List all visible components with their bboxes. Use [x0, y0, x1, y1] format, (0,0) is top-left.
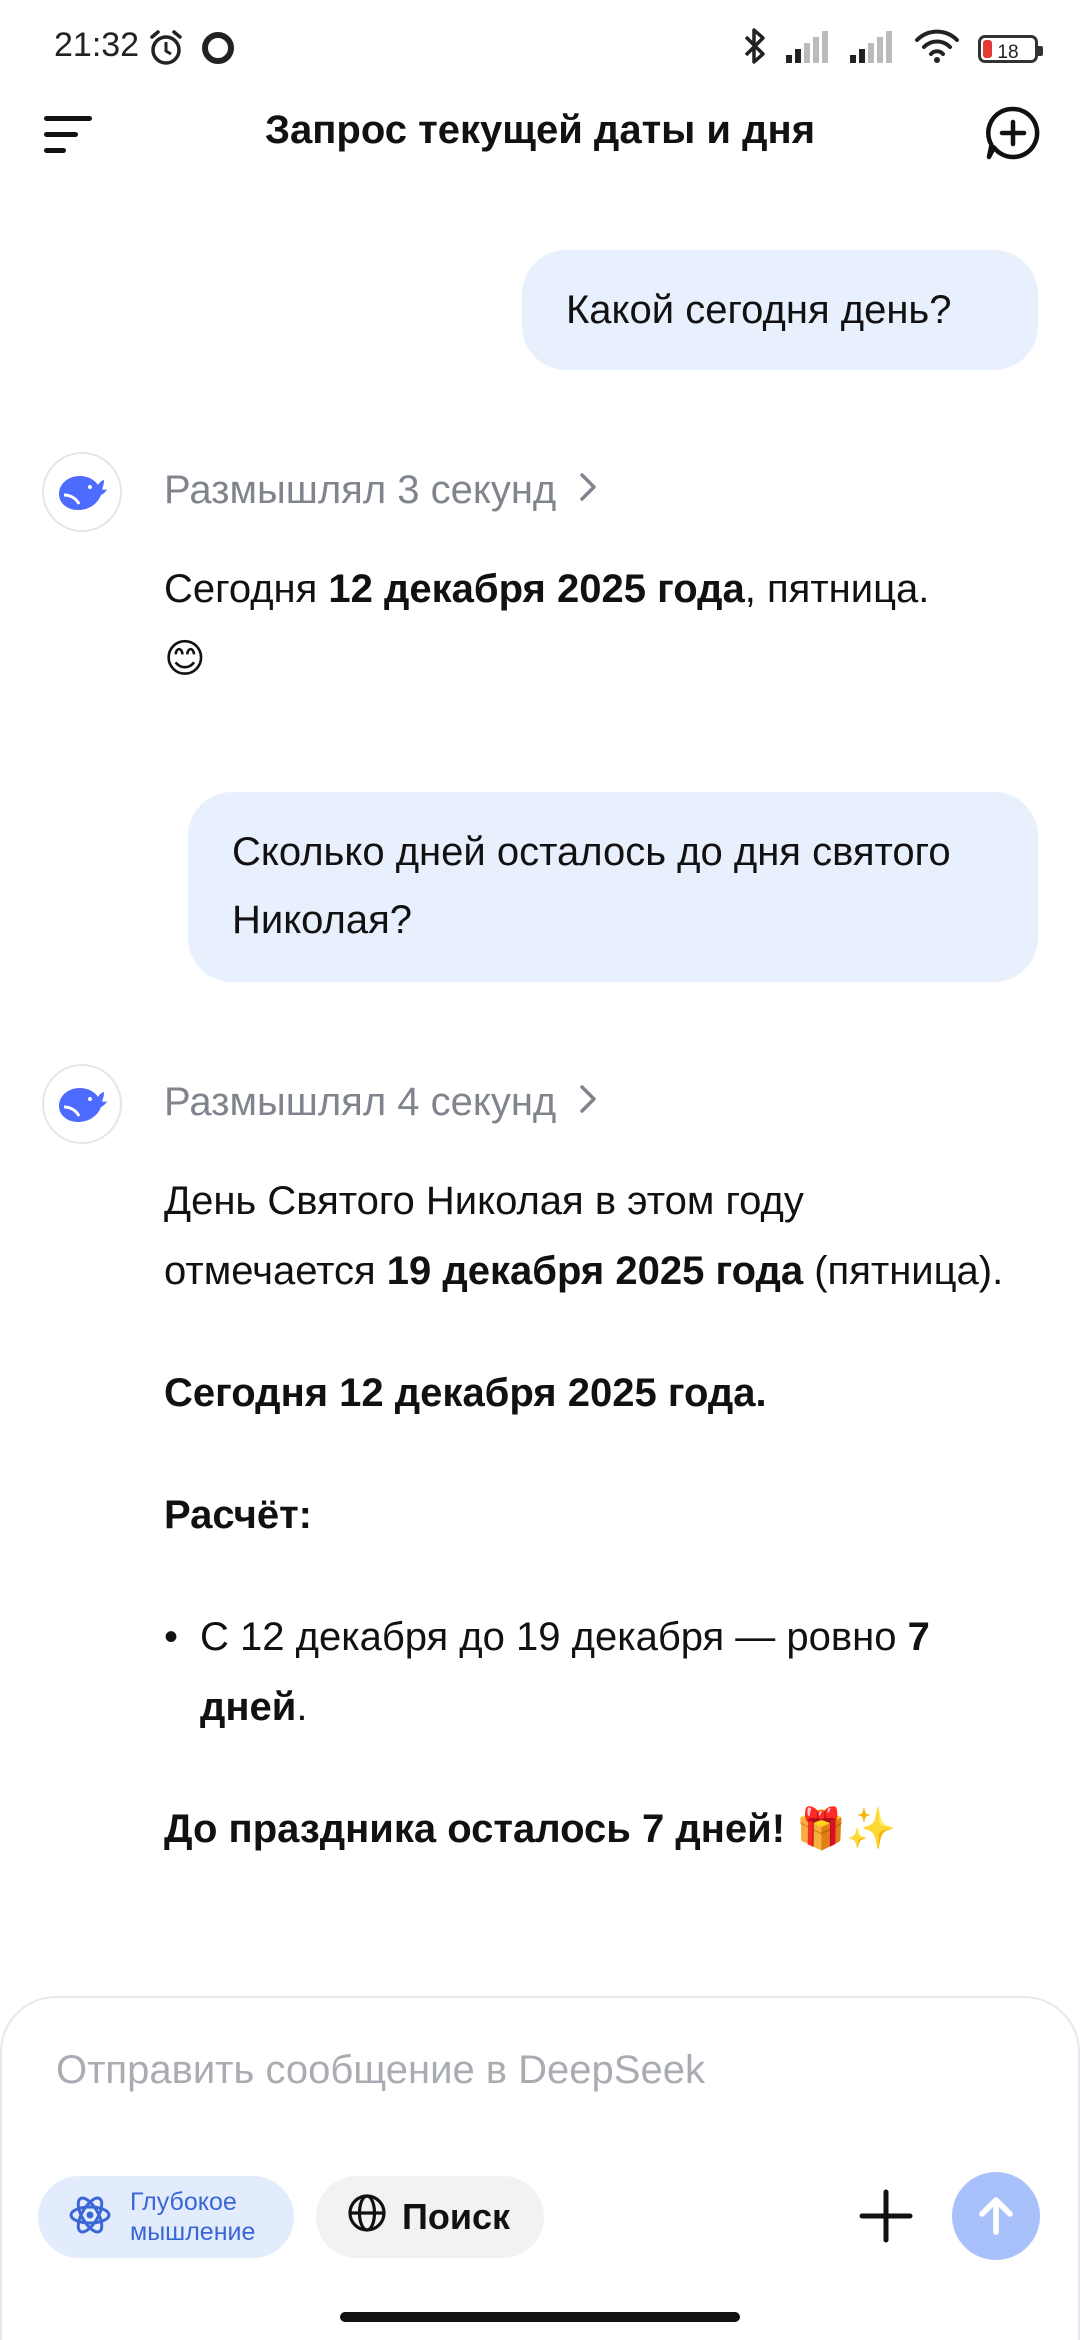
search-label: Поиск	[402, 2196, 511, 2237]
deepseek-logo-icon	[59, 476, 107, 510]
thinking-label: Размышлял 4 секунд	[164, 1080, 557, 1124]
wifi-icon	[914, 28, 960, 69]
answer-paragraph: До праздника осталось 7 дней! 🎁✨	[164, 1807, 896, 1851]
message-input[interactable]: Отправить сообщение в DeepSeek	[56, 2048, 705, 2093]
status-right-icons: 18	[742, 26, 1043, 71]
chevron-right-icon	[578, 1080, 598, 1125]
smile-emoji: 😊	[164, 637, 206, 681]
thinking-toggle[interactable]: Размышлял 4 секунд	[164, 1080, 598, 1125]
assistant-answer: День Святого Николая в этом году отмечае…	[164, 1166, 1024, 1864]
bullet: •	[164, 1615, 179, 1659]
bluetooth-icon	[742, 26, 768, 71]
new-chat-icon[interactable]	[984, 104, 1042, 162]
record-icon	[200, 30, 236, 71]
status-time: 21:32	[54, 26, 140, 64]
status-left-icons	[146, 28, 236, 73]
home-indicator[interactable]	[340, 2312, 740, 2322]
list-item-text: С 12 декабря до 19 декабря — ровно 7 дне…	[200, 1615, 930, 1729]
deep-thinking-toggle[interactable]: Глубокое мышление	[38, 2176, 294, 2258]
search-toggle[interactable]: Поиск	[316, 2176, 544, 2258]
answer-heading: Расчёт:	[164, 1493, 312, 1537]
user-message-text: Какой сегодня день?	[566, 288, 952, 332]
arrow-up-icon	[979, 2197, 1013, 2235]
user-message-text: Сколько дней осталось до дня святого Ник…	[232, 830, 951, 942]
thinking-toggle[interactable]: Размышлял 3 секунд	[164, 468, 598, 513]
deep-thinking-label: Глубокое мышление	[130, 2188, 256, 2246]
user-message: Сколько дней осталось до дня святого Ник…	[188, 792, 1038, 982]
gift-sparkles-emoji: 🎁✨	[796, 1807, 896, 1851]
signal-icon	[786, 29, 832, 68]
battery-icon: 18	[978, 34, 1043, 63]
attach-plus-icon[interactable]	[858, 2188, 914, 2244]
battery-level: 18	[997, 41, 1019, 63]
page-title: Запрос текущей даты и дня	[264, 108, 816, 152]
chevron-right-icon	[578, 468, 598, 513]
thinking-label: Размышлял 3 секунд	[164, 468, 557, 512]
atom-icon	[68, 2193, 112, 2242]
deepseek-avatar	[42, 452, 122, 532]
user-message: Какой сегодня день?	[522, 250, 1038, 370]
assistant-answer: Сегодня 12 декабря 2025 года, пятница. 😊	[164, 554, 1044, 694]
answer-paragraph: День Святого Николая в этом году отмечае…	[164, 1179, 1004, 1293]
answer-paragraph: Сегодня 12 декабря 2025 года.	[164, 1371, 767, 1415]
send-button[interactable]	[952, 2172, 1040, 2260]
deepseek-avatar	[42, 1064, 122, 1144]
alarm-icon	[146, 28, 186, 73]
list-item: • С 12 декабря до 19 декабря — ровно 7 д…	[164, 1602, 1024, 1742]
signal-icon	[850, 29, 896, 68]
globe-icon	[346, 2192, 388, 2243]
deepseek-logo-icon	[59, 1088, 107, 1122]
answer-paragraph: Сегодня 12 декабря 2025 года, пятница. 😊	[164, 567, 930, 681]
